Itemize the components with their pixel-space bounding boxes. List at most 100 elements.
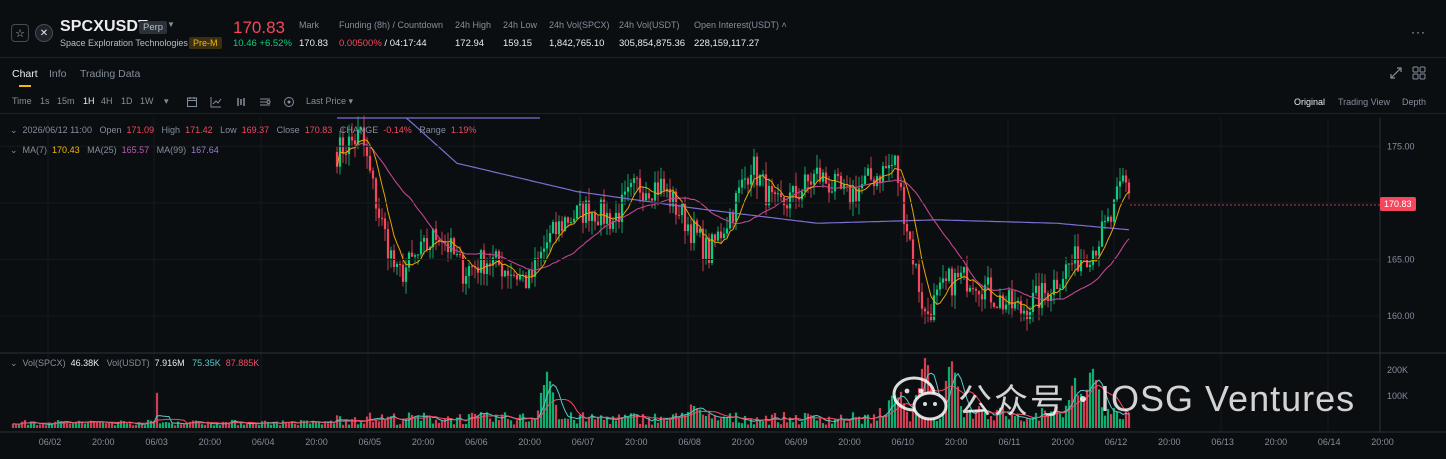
volume-bar xyxy=(806,413,810,428)
tab-trading-data[interactable]: Trading Data xyxy=(80,68,140,80)
time-tick-label: 06/02 xyxy=(39,437,62,447)
candle-body xyxy=(911,239,915,265)
volume-bar xyxy=(14,424,18,428)
interval-1h[interactable]: 1H xyxy=(83,96,95,106)
volume-bar xyxy=(554,404,558,428)
volume-bar xyxy=(362,423,366,428)
volume-bar xyxy=(380,414,384,428)
volume-bar xyxy=(119,420,123,428)
volume-bar xyxy=(71,423,75,428)
volume-bar xyxy=(710,418,714,428)
candle-body xyxy=(866,168,870,176)
candle-body xyxy=(518,275,522,280)
settings-icon[interactable] xyxy=(259,96,271,108)
candle-body xyxy=(539,251,543,259)
volume-bar xyxy=(104,423,108,428)
candle-body xyxy=(614,212,618,222)
symbol-title[interactable]: SPCXUSDT xyxy=(60,18,148,36)
candle-body xyxy=(632,178,636,184)
volume-bar xyxy=(728,413,732,428)
volume-bar xyxy=(653,413,657,428)
volume-bar xyxy=(281,420,285,428)
volume-bar xyxy=(515,420,519,428)
view-trading-view[interactable]: Trading View xyxy=(1338,97,1390,107)
volume-bar xyxy=(626,417,630,428)
favorite-star-icon[interactable]: ☆ xyxy=(11,24,29,42)
interval-1w[interactable]: 1W xyxy=(140,96,154,106)
candle-body xyxy=(560,221,564,231)
time-tick-label: 20:00 xyxy=(1371,437,1394,447)
volume-bar xyxy=(473,413,477,428)
candle-body xyxy=(749,174,753,185)
time-tick-label: 20:00 xyxy=(625,437,648,447)
candle-body xyxy=(776,193,780,195)
volume-bar xyxy=(278,425,282,428)
interval-15m[interactable]: 15m xyxy=(57,96,75,106)
view-original[interactable]: Original xyxy=(1294,97,1325,107)
template-icon[interactable] xyxy=(283,96,295,108)
symbol-dropdown-chevron-icon[interactable]: ▼ xyxy=(167,20,175,29)
candle-body xyxy=(917,264,921,293)
layout-grid-icon[interactable] xyxy=(1412,66,1426,80)
volume-bar xyxy=(842,420,846,428)
time-tick-label: 20:00 xyxy=(732,437,755,447)
fullscreen-icon[interactable] xyxy=(1390,67,1402,79)
volume-bar xyxy=(161,422,165,428)
compare-icon[interactable] xyxy=(235,96,247,108)
candle-body xyxy=(452,238,456,255)
volume-bar xyxy=(467,414,471,428)
volume-bar xyxy=(452,424,456,428)
volume-bar xyxy=(656,422,660,428)
candle-body xyxy=(422,238,426,242)
candle-body xyxy=(962,266,966,273)
candle-body xyxy=(935,289,939,296)
volume-bar xyxy=(488,418,492,428)
candle-body xyxy=(1088,264,1092,267)
volume-bar xyxy=(761,420,765,428)
time-tick-label: 20:00 xyxy=(412,437,435,447)
price-source-select[interactable]: Last Price ▾ xyxy=(306,96,353,107)
candle-body xyxy=(365,146,369,156)
volume-bar xyxy=(845,422,849,428)
candle-body xyxy=(788,192,792,209)
candle-body xyxy=(737,187,741,194)
ma-legend: ⌄ MA(7) 170.43 MA(25) 165.57 MA(99) 167.64 xyxy=(10,145,219,155)
chart-toolbar: Time 1s 15m 1H 4H 1D 1W ▾ Last Price ▾ O… xyxy=(0,92,1446,114)
time-tick-label: 20:00 xyxy=(838,437,861,447)
candle-body xyxy=(545,242,549,249)
candle-type-icon[interactable] xyxy=(186,96,198,108)
volume-bar xyxy=(506,418,510,428)
more-intervals-chevron-icon[interactable]: ▾ xyxy=(164,96,169,107)
indicator-icon[interactable] xyxy=(210,96,222,108)
tab-info[interactable]: Info xyxy=(49,68,67,80)
interval-1s[interactable]: 1s xyxy=(40,96,50,106)
candle-body xyxy=(1043,283,1047,294)
interval-time[interactable]: Time xyxy=(12,96,32,106)
candle-body xyxy=(410,252,414,257)
candle-body xyxy=(992,302,996,308)
stat-open-interest[interactable]: Open Interest(USDT) ˄ 228,159,117.27 xyxy=(694,20,787,49)
volume-bar xyxy=(263,420,267,428)
candle-body xyxy=(593,212,597,222)
candle-body xyxy=(734,193,738,222)
view-depth[interactable]: Depth xyxy=(1402,97,1426,107)
interval-1d[interactable]: 1D xyxy=(121,96,133,106)
candle-body xyxy=(371,170,375,179)
volume-bar xyxy=(164,422,168,428)
volume-bar xyxy=(35,425,39,428)
volume-bar xyxy=(521,413,525,428)
price-tick-label: 175.00 xyxy=(1387,141,1415,151)
candle-body xyxy=(689,224,693,243)
candle-body xyxy=(869,168,873,180)
tab-chart[interactable]: Chart xyxy=(12,68,38,80)
volume-bar xyxy=(113,425,117,428)
stat-funding[interactable]: Funding (8h) / Countdown 0.00500% / 04:1… xyxy=(339,20,443,49)
volume-bar xyxy=(830,423,834,428)
time-tick-label: 06/04 xyxy=(252,437,275,447)
candle-body xyxy=(599,199,603,226)
candle-body xyxy=(383,218,387,230)
volume-bar xyxy=(878,408,882,428)
interval-4h[interactable]: 4H xyxy=(101,96,113,106)
more-options-icon[interactable]: ··· xyxy=(1411,25,1426,39)
candle-body xyxy=(395,264,399,268)
